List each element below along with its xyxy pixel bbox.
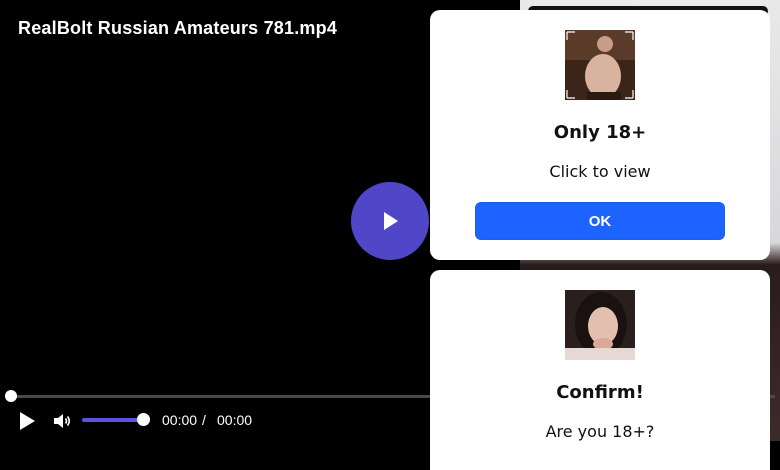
volume-handle[interactable] (137, 413, 150, 426)
popup-text: Click to view (549, 162, 651, 181)
play-icon (384, 212, 398, 230)
total-time: 00:00 (217, 412, 253, 428)
popup-heading: Confirm! (556, 382, 644, 403)
time-separator: / (202, 412, 206, 428)
popup-thumbnail (565, 290, 635, 360)
control-bar: 00:00 / 00:00 (0, 406, 430, 434)
confirm-popup-card[interactable]: Confirm! Are you 18+? (430, 270, 770, 470)
play-button[interactable] (16, 410, 38, 432)
volume-icon (54, 414, 71, 428)
mute-button[interactable] (52, 411, 72, 431)
age-popup-card[interactable]: Only 18+ Click to view OK (430, 10, 770, 260)
big-play-button[interactable] (351, 182, 429, 260)
popup-heading: Only 18+ (553, 122, 647, 143)
popup-text: Are you 18+? (545, 422, 655, 441)
progress-handle[interactable] (5, 390, 17, 402)
video-title: RealBolt Russian Amateurs 781.mp4 (18, 18, 338, 38)
ok-button[interactable]: OK (475, 202, 725, 240)
play-icon (20, 412, 35, 430)
current-time: 00:00 (162, 412, 198, 428)
popup-thumbnail (565, 30, 635, 100)
